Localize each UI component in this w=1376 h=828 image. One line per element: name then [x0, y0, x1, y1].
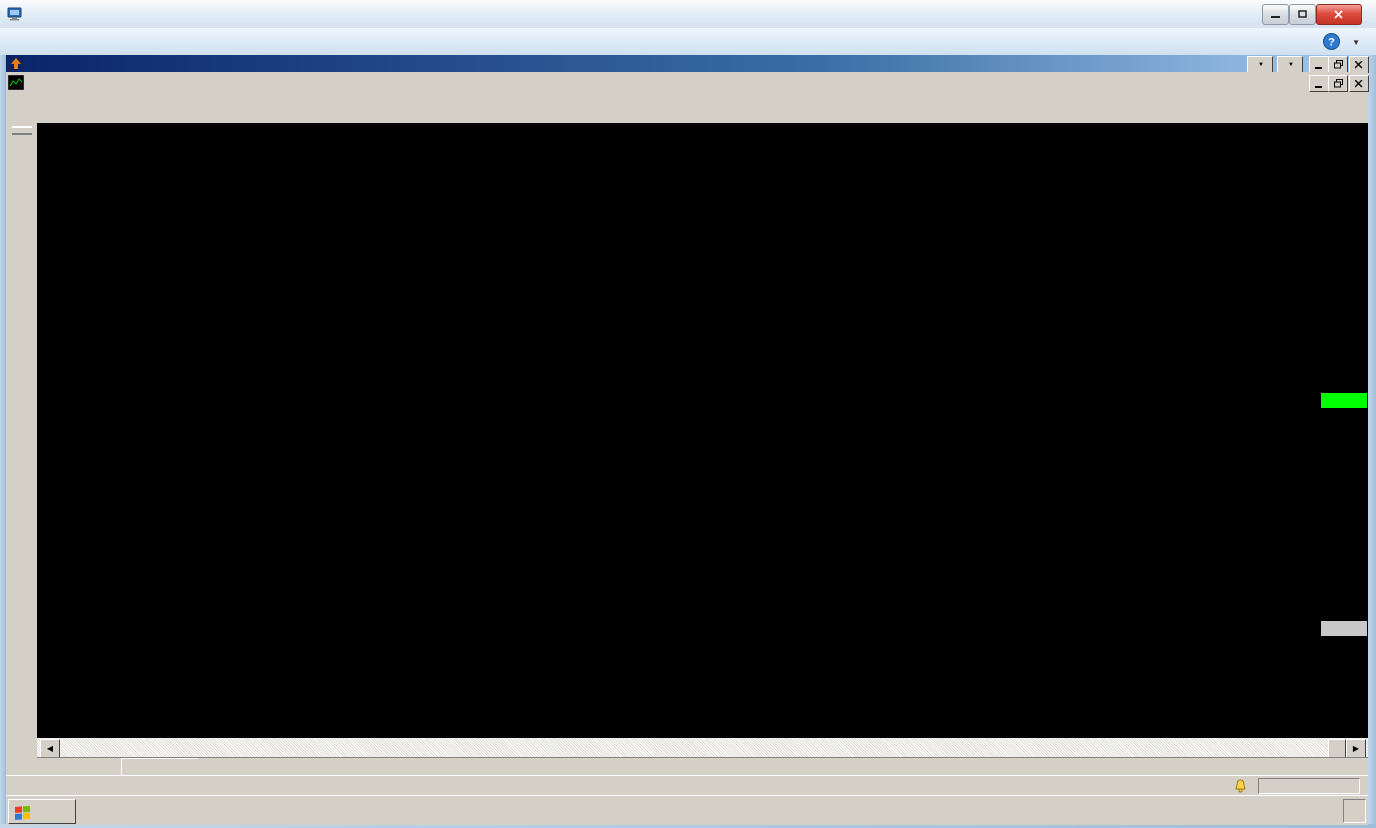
vpc-menubar: ? ▼: [0, 28, 1376, 56]
chart-window: [37, 123, 1368, 738]
scrollbar-thumb[interactable]: [1328, 739, 1346, 758]
indicator-dropdown-button[interactable]: ▼: [1277, 56, 1303, 73]
chevron-down-icon[interactable]: ▼: [1352, 38, 1360, 47]
last-price-badge: [1321, 393, 1367, 408]
vpc-close-button[interactable]: [1316, 4, 1362, 25]
start-button[interactable]: [8, 799, 76, 824]
tradestation-titlebar: ▼ ▼: [6, 55, 1368, 72]
app-close-button[interactable]: [1349, 56, 1369, 73]
scroll-left-button[interactable]: ◀: [40, 739, 60, 758]
vpc-maximize-button[interactable]: [1289, 4, 1316, 25]
doc-minimize-button[interactable]: [1309, 75, 1329, 92]
scroll-right-button[interactable]: ▶: [1346, 739, 1366, 758]
main-toolbar: [6, 92, 1368, 124]
status-datetime: [1258, 778, 1360, 794]
app-restore-button[interactable]: [1328, 56, 1348, 73]
chart-canvas[interactable]: [37, 123, 1368, 738]
strategy-dropdown-button[interactable]: ▼: [1247, 56, 1273, 73]
vpc-titlebar: [0, 0, 1376, 29]
drawing-toolbar: [6, 123, 38, 775]
menu-bar: [6, 72, 1368, 93]
taskbar: [6, 795, 1368, 825]
app-minimize-button[interactable]: [1309, 56, 1329, 73]
window-frame-right: [1368, 55, 1376, 824]
vpc-window-icon: [7, 6, 23, 22]
toolbar-grip[interactable]: [12, 126, 32, 135]
svg-text:?: ?: [1328, 37, 1335, 49]
doc-close-button[interactable]: [1349, 75, 1369, 92]
alert-bell-icon: [1233, 779, 1248, 793]
vpc-minimize-button[interactable]: [1262, 4, 1289, 25]
help-icon[interactable]: ?: [1323, 33, 1340, 50]
rsi-value-badge: [1321, 621, 1367, 636]
horizontal-scrollbar[interactable]: ◀ ▶: [37, 738, 1368, 757]
tradestation-app-icon: [9, 57, 23, 70]
workspace-tab-row: [37, 757, 1368, 776]
system-tray: [1343, 799, 1366, 823]
tab-eur[interactable]: [121, 758, 198, 775]
chart-window-icon: [8, 75, 24, 90]
doc-restore-button[interactable]: [1328, 75, 1348, 92]
windows-logo-icon: [14, 804, 32, 820]
status-bar: [6, 775, 1368, 796]
